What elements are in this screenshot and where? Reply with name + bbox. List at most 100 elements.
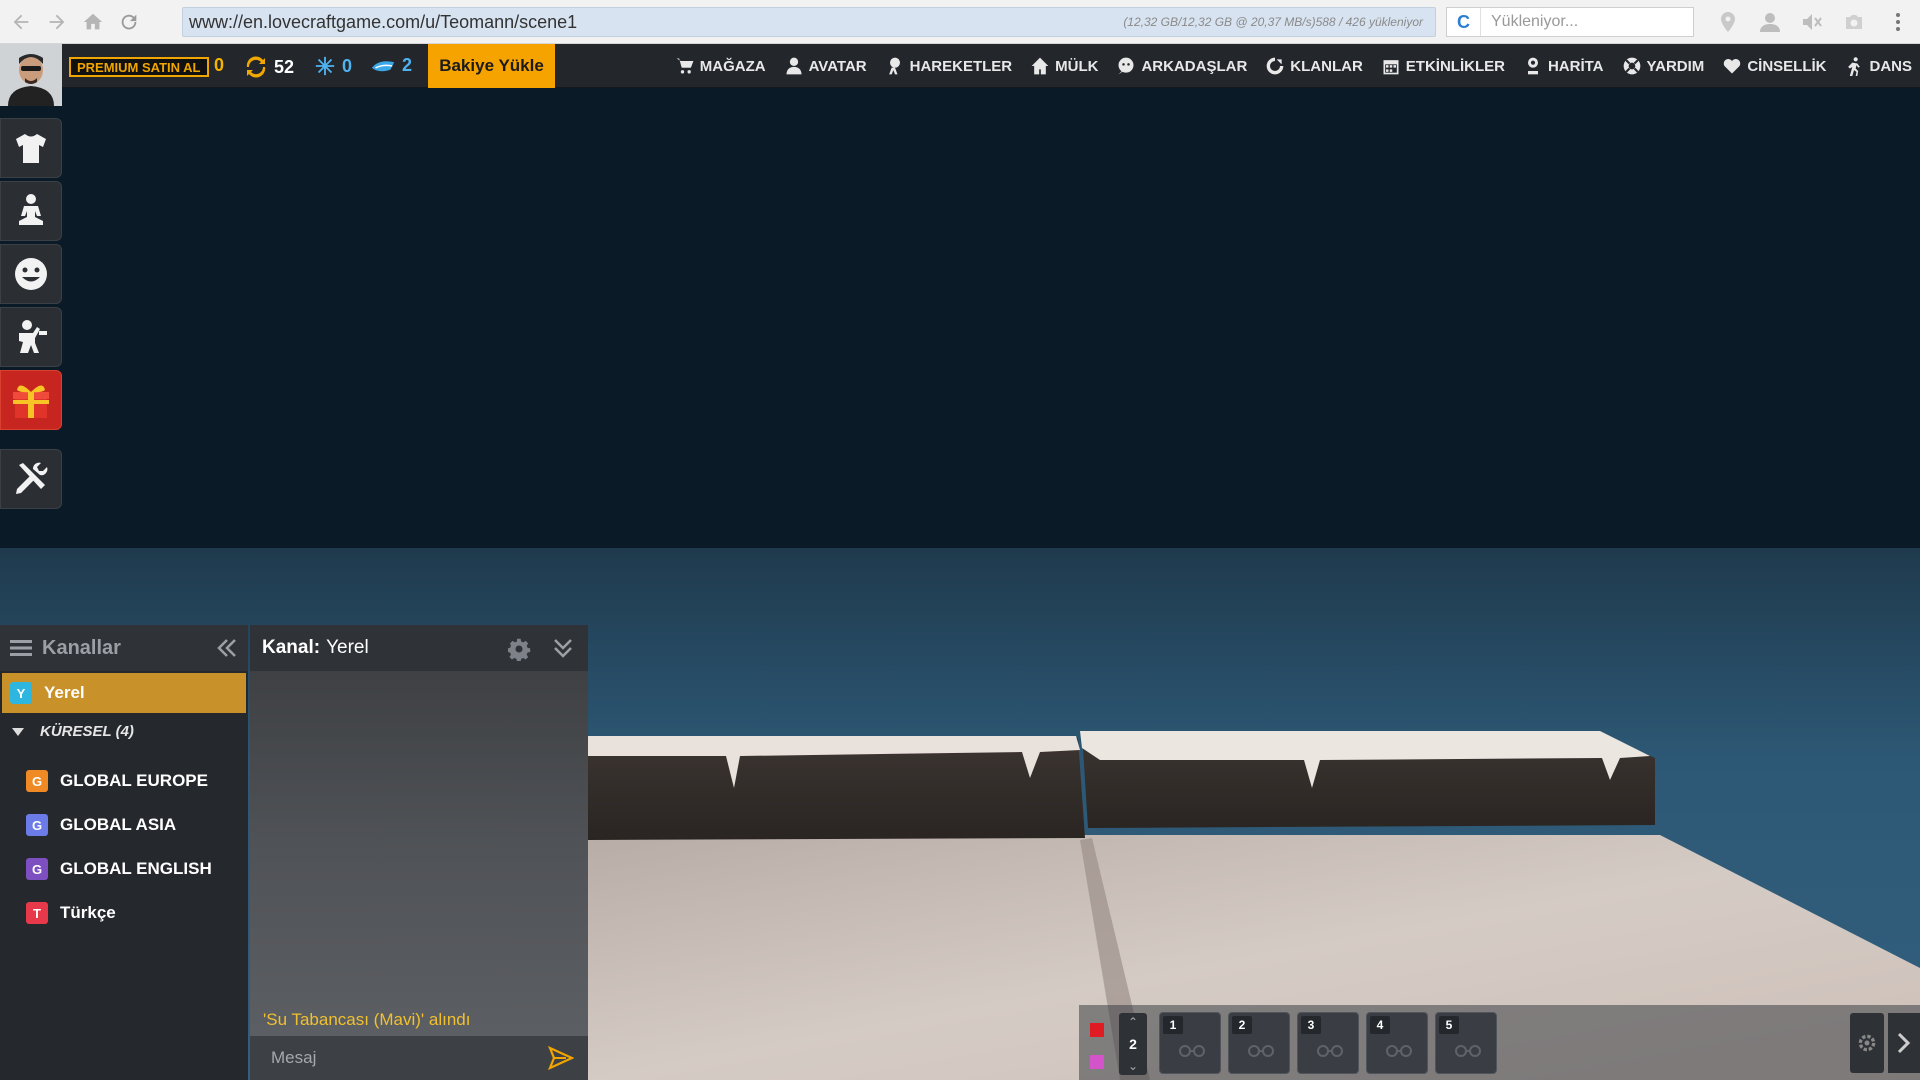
chat-header: Kanal: Yerel: [250, 625, 588, 671]
hotbar-slot[interactable]: 3: [1297, 1012, 1359, 1074]
double-chevron-down-icon[interactable]: [552, 637, 574, 659]
chevron-up-icon[interactable]: ⌃: [1128, 1015, 1138, 1029]
channel-badge: G: [26, 770, 48, 792]
main-menu: MAĞAZA AVATAR HAREKETLER MÜLK ARKADAŞLAR…: [675, 44, 1912, 88]
shirt-icon: [16, 134, 46, 163]
channel-item-global-asia[interactable]: G GLOBAL ASIA: [0, 805, 248, 845]
actions-button[interactable]: [0, 307, 62, 367]
back-icon[interactable]: [6, 7, 36, 37]
lifebuoy-icon: [1623, 57, 1640, 75]
channel-label: Yerel: [44, 683, 85, 702]
mute-icon[interactable]: [1798, 8, 1826, 36]
color-swatch-red[interactable]: [1090, 1023, 1104, 1037]
channels-panel: Kanallar Y Yerel KÜRESEL (4) G GLOBAL EU…: [0, 625, 248, 1080]
menu-item-property[interactable]: MÜLK: [1030, 56, 1098, 76]
location-icon[interactable]: [1714, 8, 1742, 36]
channel-label: GLOBAL ENGLISH: [60, 859, 212, 878]
home-icon[interactable]: [78, 7, 108, 37]
menu-item-map[interactable]: HARİTA: [1523, 56, 1604, 76]
search-box[interactable]: C Yükleniyor...: [1446, 7, 1694, 37]
chevron-down-icon[interactable]: ⌄: [1128, 1059, 1138, 1073]
heart-icon: [1724, 58, 1741, 74]
dance-icon: [1848, 57, 1861, 76]
gem-icon: [371, 60, 395, 71]
gem-counter: 2: [370, 55, 412, 76]
avatar[interactable]: [0, 44, 62, 106]
slot-number: 4: [1370, 1016, 1390, 1034]
forward-icon[interactable]: [42, 7, 72, 37]
clan-icon: [1266, 57, 1284, 75]
menu-item-clans[interactable]: KLANLAR: [1265, 56, 1363, 76]
reload-icon[interactable]: [114, 7, 144, 37]
glasses-icon: [1455, 1045, 1481, 1057]
slot-number: 5: [1439, 1016, 1459, 1034]
hotbar-next-button[interactable]: [1888, 1013, 1920, 1073]
chat-panel: Kanal: Yerel 'Su Tabancası (Mavi)' alınd…: [250, 625, 588, 1080]
menu-item-dance[interactable]: DANS: [1844, 56, 1912, 76]
camera-icon[interactable]: [1840, 8, 1868, 36]
snow-value: 0: [342, 55, 353, 76]
menu-item-friends[interactable]: ARKADAŞLAR: [1116, 56, 1247, 76]
load-status: (12,32 GB/12,32 GB @ 20,37 MB/s)588 / 42…: [1123, 15, 1423, 29]
top-up-button[interactable]: Bakiye Yükle: [428, 44, 555, 88]
menu-label: AVATAR: [808, 57, 867, 75]
channel-item-global-english[interactable]: G GLOBAL ENGLISH: [0, 849, 248, 889]
channel-label: GLOBAL EUROPE: [60, 771, 208, 790]
game-topbar: PREMIUM SATIN AL 0 52 0 2 Bakiye Yükle M…: [0, 44, 1920, 106]
pose-button[interactable]: [0, 181, 62, 241]
menu-item-help[interactable]: YARDIM: [1622, 56, 1705, 76]
slot-number: 3: [1301, 1016, 1321, 1034]
menu-item-store[interactable]: MAĞAZA: [675, 56, 766, 76]
color-swatch-pink[interactable]: [1090, 1055, 1104, 1069]
menu-item-avatar[interactable]: AVATAR: [784, 56, 867, 76]
clothing-button[interactable]: [0, 118, 62, 178]
menu-label: ETKİNLİKLER: [1405, 57, 1505, 75]
glasses-icon: [1179, 1045, 1205, 1057]
gift-button[interactable]: [0, 370, 62, 430]
search-engine-icon[interactable]: C: [1447, 8, 1481, 36]
chat-input[interactable]: [271, 1048, 531, 1068]
gold-counter: 0: [214, 55, 224, 76]
glasses-icon: [1317, 1045, 1343, 1057]
premium-buy-button[interactable]: PREMIUM SATIN AL: [69, 57, 209, 77]
gear-icon[interactable]: [508, 637, 532, 661]
channel-item-global-europe[interactable]: G GLOBAL EUROPE: [0, 761, 248, 801]
settings-tools-button[interactable]: [0, 449, 62, 509]
meditate-icon: [19, 194, 43, 225]
hotbar-settings-button[interactable]: [1850, 1013, 1884, 1073]
channel-item-yerel[interactable]: Y Yerel: [2, 673, 246, 713]
menu-item-romance[interactable]: CİNSELLİK: [1722, 56, 1826, 76]
user-icon[interactable]: [1756, 8, 1784, 36]
menu-item-events[interactable]: ETKİNLİKLER: [1381, 56, 1505, 76]
channel-badge: G: [26, 858, 48, 880]
menu-label: ARKADAŞLAR: [1141, 57, 1248, 75]
menu-item-moves[interactable]: HAREKETLER: [885, 56, 1012, 76]
hotbar-slot[interactable]: 2: [1228, 1012, 1290, 1074]
channel-group-global[interactable]: KÜRESEL (4): [12, 723, 134, 740]
menu-label: YARDIM: [1646, 57, 1705, 75]
gift-icon: [13, 385, 49, 418]
channel-item-turkce[interactable]: T Türkçe: [0, 893, 248, 933]
channel-group-label: KÜRESEL (4): [40, 723, 134, 740]
search-input[interactable]: Yükleniyor...: [1481, 13, 1578, 31]
tools-icon: [16, 462, 48, 494]
more-icon[interactable]: [1884, 8, 1912, 36]
browser-toolbar: www://en.lovecraftgame.com/u/Teomann/sce…: [0, 0, 1920, 44]
hamburger-icon[interactable]: [10, 640, 32, 656]
url-text[interactable]: www://en.lovecraftgame.com/u/Teomann/sce…: [189, 12, 577, 33]
refresh-value: 52: [274, 56, 295, 77]
gear-icon: [1858, 1034, 1876, 1052]
double-chevron-left-icon[interactable]: [216, 637, 238, 659]
hotbar-slot[interactable]: 1: [1159, 1012, 1221, 1074]
channel-label: GLOBAL ASIA: [60, 815, 177, 834]
moves-icon: [888, 57, 900, 75]
emotes-button[interactable]: [0, 244, 62, 304]
send-icon[interactable]: [548, 1046, 574, 1070]
home-icon: [1031, 57, 1049, 75]
hotbar-slot[interactable]: 4: [1366, 1012, 1428, 1074]
map-pin-icon: [1527, 57, 1538, 75]
address-bar[interactable]: www://en.lovecraftgame.com/u/Teomann/sce…: [182, 7, 1436, 37]
hotbar-page-number: 2: [1129, 1036, 1137, 1052]
hotbar-slot[interactable]: 5: [1435, 1012, 1497, 1074]
calendar-icon: [1383, 60, 1399, 75]
